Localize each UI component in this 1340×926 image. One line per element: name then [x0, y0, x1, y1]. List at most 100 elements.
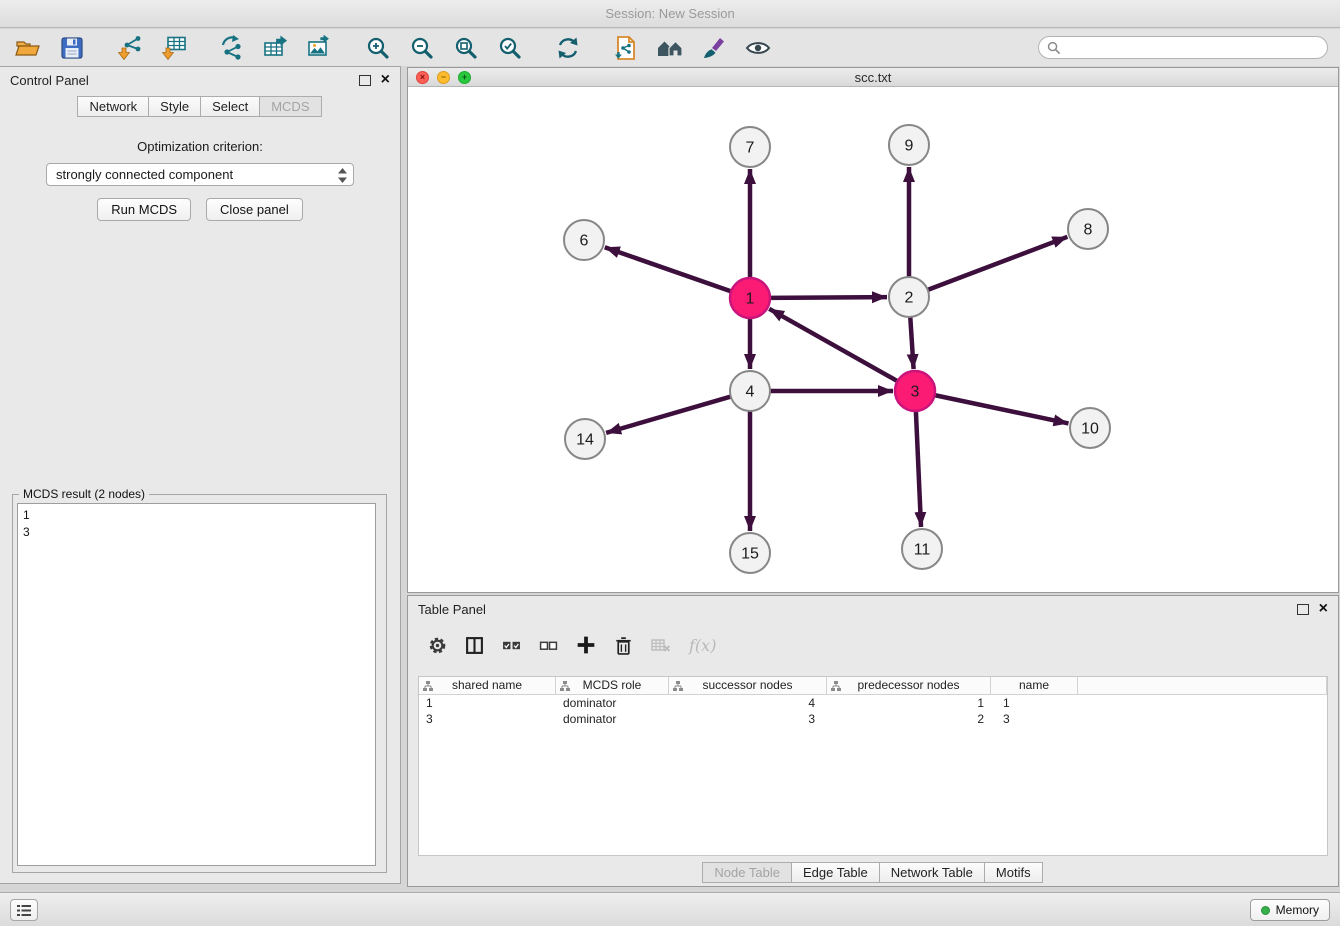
zoom-selected-icon [497, 35, 523, 61]
apply-style-button[interactable] [698, 32, 730, 64]
mcds-result-list[interactable]: 13 [17, 503, 376, 866]
edge-3-11[interactable] [916, 411, 921, 527]
clear-table-button-disabled [651, 634, 671, 656]
delete-row-button[interactable] [614, 634, 633, 656]
node-label: 4 [746, 384, 755, 401]
node-8[interactable]: 8 [1068, 209, 1108, 249]
node-label: 3 [911, 384, 920, 401]
column-header-shared-name[interactable]: shared name [419, 677, 556, 694]
search-box[interactable] [1038, 36, 1328, 59]
tab-motifs[interactable]: Motifs [984, 862, 1043, 883]
node-6[interactable]: 6 [564, 220, 604, 260]
tab-network-table[interactable]: Network Table [879, 862, 985, 883]
save-session-button[interactable] [56, 32, 88, 64]
open-network-file-button[interactable] [610, 32, 642, 64]
select-all-button[interactable] [502, 634, 521, 656]
zoom-selected-button[interactable] [494, 32, 526, 64]
run-mcds-button[interactable]: Run MCDS [97, 198, 191, 221]
column-header-name[interactable]: name [991, 677, 1078, 694]
gear-icon [428, 636, 447, 655]
float-table-panel-icon[interactable] [1297, 604, 1309, 615]
node-15[interactable]: 15 [730, 533, 770, 573]
import-network-button[interactable] [114, 32, 146, 64]
deselect-all-button[interactable] [539, 634, 558, 656]
node-label: 6 [580, 233, 589, 250]
select-all-icon [502, 636, 521, 655]
table-cell-filler [1078, 695, 1327, 711]
open-session-button[interactable] [12, 32, 44, 64]
first-neighbors-button[interactable] [654, 32, 686, 64]
table-cell: 4 [669, 695, 827, 711]
add-row-button[interactable] [576, 634, 596, 656]
edge-3-1[interactable] [769, 309, 897, 381]
tab-network[interactable]: Network [77, 96, 149, 117]
maximize-window-icon[interactable]: + [458, 71, 471, 84]
table-panel-title: Table Panel [418, 602, 486, 617]
network-canvas[interactable]: 7 9 6 8 1 2 4 3 14 10 15 11 [408, 88, 1338, 593]
edge-4-14[interactable] [606, 397, 731, 433]
show-columns-button[interactable] [465, 634, 484, 656]
node-2[interactable]: 2 [889, 277, 929, 317]
node-11[interactable]: 11 [902, 529, 942, 569]
export-table-button[interactable] [260, 32, 292, 64]
node-label: 11 [914, 542, 931, 559]
export-image-button[interactable] [304, 32, 336, 64]
close-panel-icon[interactable]: × [381, 74, 390, 86]
edge-3-10[interactable] [935, 395, 1069, 423]
table-cell: 3 [419, 711, 556, 727]
houses-icon [656, 35, 684, 61]
memory-button[interactable]: Memory [1250, 899, 1330, 921]
close-panel-button[interactable]: Close panel [206, 198, 303, 221]
node-4[interactable]: 4 [730, 371, 770, 411]
node-10[interactable]: 10 [1070, 408, 1110, 448]
edge-2-3[interactable] [910, 317, 913, 369]
table-settings-button[interactable] [428, 634, 447, 656]
tab-mcds[interactable]: MCDS [259, 96, 321, 117]
titlebar[interactable]: Session: New Session [0, 0, 1340, 28]
column-header-predecessor-nodes[interactable]: predecessor nodes [827, 677, 991, 694]
tab-edge-table[interactable]: Edge Table [791, 862, 880, 883]
node-table: shared name MCDS role successor nodes pr… [418, 676, 1328, 856]
refresh-view-button[interactable] [552, 32, 584, 64]
mcds-result-group: MCDS result (2 nodes) 13 [12, 494, 387, 873]
close-window-icon[interactable]: × [416, 71, 429, 84]
edge-1-6[interactable] [605, 247, 731, 291]
table-row[interactable]: 1dominator411 [419, 695, 1327, 711]
tab-select[interactable]: Select [200, 96, 260, 117]
float-panel-icon[interactable] [359, 75, 371, 86]
network-window-titlebar[interactable]: × − + scc.txt [408, 68, 1338, 87]
table-panel-header: Table Panel × [408, 596, 1338, 622]
edge-1-2[interactable] [770, 297, 887, 298]
node-label: 8 [1084, 222, 1093, 239]
network-window: × − + scc.txt 7 9 6 8 1 2 4 3 14 10 15 11 [407, 67, 1339, 593]
table-cell-filler [1078, 711, 1327, 727]
column-header-mcds-role[interactable]: MCDS role [556, 677, 669, 694]
show-graphics-details-button[interactable] [742, 32, 774, 64]
node-14[interactable]: 14 [565, 419, 605, 459]
column-header-successor-nodes[interactable]: successor nodes [669, 677, 827, 694]
table-row[interactable]: 3dominator323 [419, 711, 1327, 727]
node-7[interactable]: 7 [730, 127, 770, 167]
node-1[interactable]: 1 [730, 278, 770, 318]
minimize-window-icon[interactable]: − [437, 71, 450, 84]
tab-style[interactable]: Style [148, 96, 201, 117]
node-3[interactable]: 3 [895, 371, 935, 411]
status-menu-button[interactable] [10, 899, 38, 921]
criterion-select[interactable]: strongly connected component [46, 163, 354, 186]
table-cell: 1 [991, 695, 1078, 711]
node-9[interactable]: 9 [889, 125, 929, 165]
table-cell: 3 [991, 711, 1078, 727]
open-folder-icon [15, 35, 41, 61]
clear-table-icon [651, 637, 671, 654]
network-file-icon [613, 35, 639, 61]
search-input[interactable] [1065, 41, 1319, 55]
edge-2-8[interactable] [928, 237, 1068, 290]
zoom-fit-button[interactable] [450, 32, 482, 64]
close-table-panel-icon[interactable]: × [1319, 603, 1328, 615]
zoom-out-button[interactable] [406, 32, 438, 64]
import-table-button[interactable] [158, 32, 190, 64]
save-floppy-icon [59, 35, 85, 61]
zoom-in-button[interactable] [362, 32, 394, 64]
new-network-button[interactable] [216, 32, 248, 64]
tab-node-table[interactable]: Node Table [702, 862, 792, 883]
